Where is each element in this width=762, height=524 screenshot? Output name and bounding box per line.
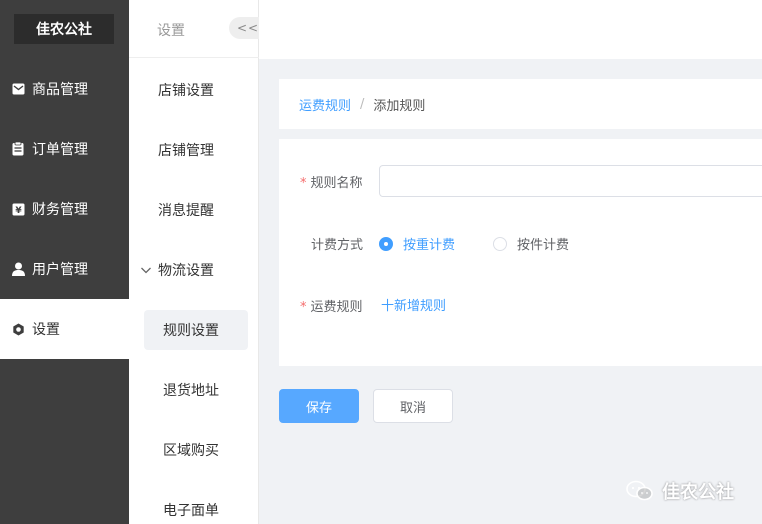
chevron-down-icon	[141, 267, 151, 274]
watermark-text: 佳农公社	[662, 482, 734, 503]
collapse-button[interactable]: <<	[229, 17, 259, 39]
submenu-item-label: 规则设置	[163, 323, 219, 339]
brand-logo[interactable]: 佳农公社	[14, 14, 114, 44]
radio-label: 按重计费	[403, 238, 456, 253]
add-rule-link[interactable]: 十新增规则	[381, 295, 446, 314]
radio-label: 按件计费	[517, 238, 570, 253]
cancel-button[interactable]: 取消	[373, 389, 453, 423]
sidebar-item-label: 设置	[32, 322, 60, 338]
submenu-item-label: 店铺设置	[158, 83, 214, 99]
breadcrumb: 运费规则 / 添加规则	[279, 79, 762, 129]
main-sidebar: 佳农公社 商品管理 订单管理 ¥ 财务管理 用户管理 设置	[0, 0, 129, 524]
breadcrumb-current: 添加规则	[373, 98, 426, 114]
required-mark: *	[300, 176, 307, 191]
clipboard-icon	[11, 142, 25, 156]
required-mark: *	[300, 300, 307, 315]
sidebar-item-orders[interactable]: 订单管理	[0, 119, 129, 179]
submenu-group-logistics[interactable]: 物流设置	[129, 250, 259, 290]
submenu-item-label: 电子面单	[163, 503, 219, 519]
submenu-item-store-settings[interactable]: 店铺设置	[129, 70, 259, 110]
rule-name-label: * 规则名称	[300, 176, 363, 191]
radio-unchecked-icon	[493, 236, 507, 251]
submenu-item-return-address[interactable]: 退货地址	[129, 370, 259, 410]
sidebar-item-label: 商品管理	[32, 82, 88, 98]
sidebar-item-settings[interactable]: 设置	[0, 299, 129, 359]
radio-by-piece[interactable]: 按件计费	[493, 234, 569, 253]
rule-name-input[interactable]	[379, 165, 762, 197]
svg-text:¥: ¥	[15, 206, 22, 216]
submenu-item-e-waybill[interactable]: 电子面单	[129, 490, 259, 524]
save-button[interactable]: 保存	[279, 389, 359, 423]
submenu-item-store-management[interactable]: 店铺管理	[129, 130, 259, 170]
breadcrumb-link-shipping-rules[interactable]: 运费规则	[299, 95, 351, 114]
submenu-item-region-purchase[interactable]: 区域购买	[129, 430, 259, 470]
envelope-icon	[11, 82, 25, 96]
submenu-item-notifications[interactable]: 消息提醒	[129, 190, 259, 230]
sidebar-item-finance[interactable]: ¥ 财务管理	[0, 179, 129, 239]
sidebar-item-label: 订单管理	[32, 142, 88, 158]
shipping-rules-label: * 运费规则	[300, 300, 363, 315]
sidebar-item-users[interactable]: 用户管理	[0, 239, 129, 299]
gear-icon	[11, 322, 25, 336]
submenu-title: 设置	[157, 23, 185, 39]
wechat-icon	[626, 480, 653, 501]
settings-submenu: 设置 << 店铺设置 店铺管理 消息提醒 物流设置 规则设置 退货地址 区域购买…	[129, 0, 259, 524]
user-icon	[11, 262, 25, 276]
sidebar-item-label: 财务管理	[32, 202, 88, 218]
sidebar-item-label: 用户管理	[32, 262, 88, 278]
submenu-item-label: 消息提醒	[158, 203, 214, 219]
breadcrumb-separator: /	[360, 96, 365, 112]
rule-form: * 规则名称 计费方式 按重计费 按件计费 * 运费规则 十新增规则	[279, 139, 762, 366]
submenu-item-label: 退货地址	[163, 383, 219, 399]
top-header	[259, 0, 762, 59]
submenu-header: 设置 <<	[129, 0, 259, 58]
submenu-item-label: 店铺管理	[158, 143, 214, 159]
sidebar-item-products[interactable]: 商品管理	[0, 59, 129, 119]
wechat-watermark: 佳农公社	[626, 478, 734, 504]
submenu-item-label: 物流设置	[158, 263, 214, 279]
submenu-item-rule-settings[interactable]: 规则设置	[144, 310, 248, 350]
radio-checked-icon	[379, 236, 393, 251]
radio-by-weight[interactable]: 按重计费	[379, 234, 455, 253]
yen-icon: ¥	[11, 202, 25, 216]
submenu-item-label: 区域购买	[163, 443, 219, 459]
billing-method-label: 计费方式	[311, 238, 364, 253]
